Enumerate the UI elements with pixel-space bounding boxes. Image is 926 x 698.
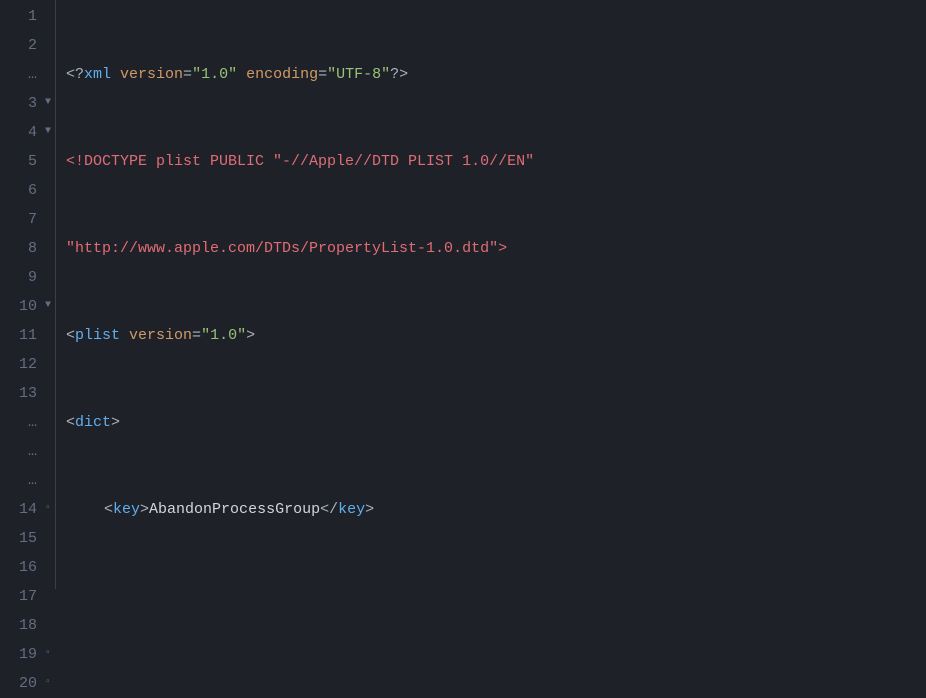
line-number: 8 xyxy=(28,234,37,263)
line-number: … xyxy=(28,466,37,495)
code-editor: 1 2 … 3 ▼ 4 ▼ 5 6 7 8 9 10 ▼ 11 12 13 … … …… xyxy=(0,0,926,589)
line-number: 18 xyxy=(19,611,37,640)
chevron-down-icon[interactable]: ▼ xyxy=(45,88,51,117)
line-number: 1 xyxy=(28,2,37,31)
code-area[interactable]: <?xml version="1.0" encoding="UTF-8"?> <… xyxy=(56,0,926,589)
code-line[interactable]: <?xml version="1.0" encoding="UTF-8"?> xyxy=(66,60,926,89)
line-number: 4 xyxy=(28,118,37,147)
line-number: 7 xyxy=(28,205,37,234)
code-line[interactable]: "http://www.apple.com/DTDs/PropertyList-… xyxy=(66,234,926,263)
line-number: 17 xyxy=(19,582,37,611)
line-number: 19 xyxy=(19,640,37,669)
line-number: 14 xyxy=(19,495,37,524)
fold-close-icon[interactable]: ▫ xyxy=(45,494,51,523)
line-number: 20 xyxy=(19,669,37,698)
fold-close-icon[interactable]: ▫ xyxy=(45,668,51,697)
chevron-down-icon[interactable]: ▼ xyxy=(45,291,51,320)
line-number: 15 xyxy=(19,524,37,553)
line-number: … xyxy=(28,408,37,437)
line-number: … xyxy=(28,437,37,466)
chevron-down-icon[interactable]: ▼ xyxy=(45,117,51,146)
line-number: 3 xyxy=(28,89,37,118)
line-number: 13 xyxy=(19,379,37,408)
code-line[interactable]: <true/> xyxy=(66,582,926,589)
line-number-gutter[interactable]: 1 2 … 3 ▼ 4 ▼ 5 6 7 8 9 10 ▼ 11 12 13 … … …… xyxy=(0,0,56,589)
line-number: … xyxy=(28,60,37,89)
line-number: 2 xyxy=(28,31,37,60)
line-number: 11 xyxy=(19,321,37,350)
line-number: 16 xyxy=(19,553,37,582)
fold-close-icon[interactable]: ▫ xyxy=(45,639,51,668)
code-line[interactable]: <key>AbandonProcessGroup</key> xyxy=(66,495,926,524)
code-line[interactable]: <!DOCTYPE plist PUBLIC "-//Apple//DTD PL… xyxy=(66,147,926,176)
line-number: 10 xyxy=(19,292,37,321)
code-line[interactable]: <plist version="1.0"> xyxy=(66,321,926,350)
line-number: 12 xyxy=(19,350,37,379)
code-line[interactable]: <dict> xyxy=(66,408,926,437)
line-number: 6 xyxy=(28,176,37,205)
line-number: 5 xyxy=(28,147,37,176)
line-number: 9 xyxy=(28,263,37,292)
